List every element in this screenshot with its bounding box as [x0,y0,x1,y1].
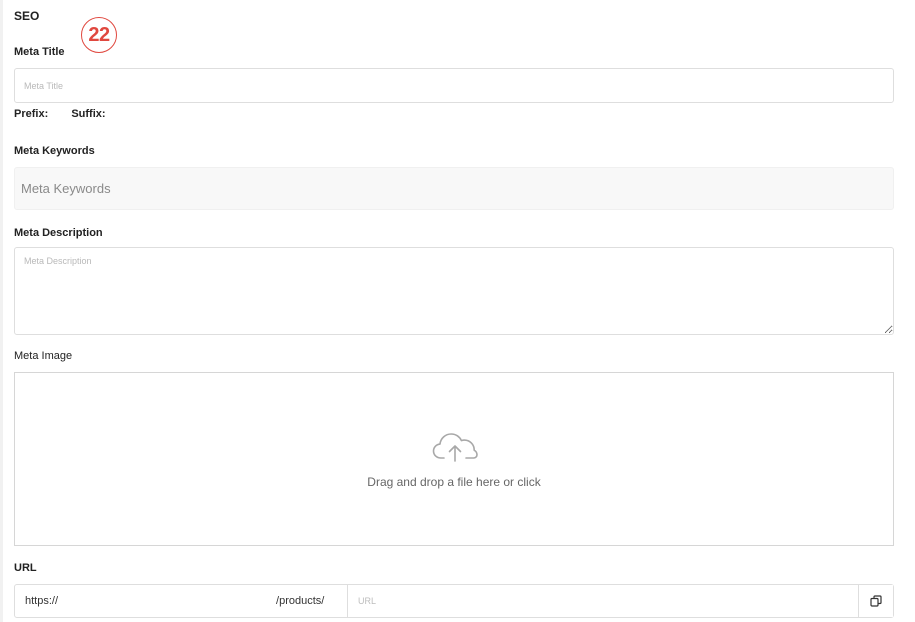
meta-title-input[interactable] [14,68,894,103]
url-prefix: https:// /products/ [15,585,348,617]
prefix-label: Prefix: [14,108,49,120]
meta-image-label: Meta Image [14,350,73,362]
cloud-upload-icon [432,433,478,462]
affix-row: Prefix: Suffix: [14,108,106,120]
copy-icon [870,595,882,607]
copy-url-button[interactable] [858,585,893,617]
left-border [0,0,3,622]
url-label: URL [14,562,37,574]
suffix-label: Suffix: [71,108,106,120]
url-domain-redacted [58,594,277,608]
meta-image-dropzone[interactable]: Drag and drop a file here or click [14,372,894,546]
section-title: SEO [14,9,40,23]
step-number-badge: 22 [81,17,117,53]
url-input-group: https:// /products/ [14,584,894,618]
meta-title-label: Meta Title [14,46,65,58]
url-slug-input[interactable] [348,585,858,617]
meta-description-textarea[interactable] [14,247,894,335]
meta-keywords-label: Meta Keywords [14,145,95,157]
url-scheme: https:// [25,595,59,607]
url-path: /products/ [276,595,325,607]
dropzone-text: Drag and drop a file here or click [367,475,541,489]
meta-description-label: Meta Description [14,227,103,239]
meta-keywords-input[interactable] [14,167,894,210]
